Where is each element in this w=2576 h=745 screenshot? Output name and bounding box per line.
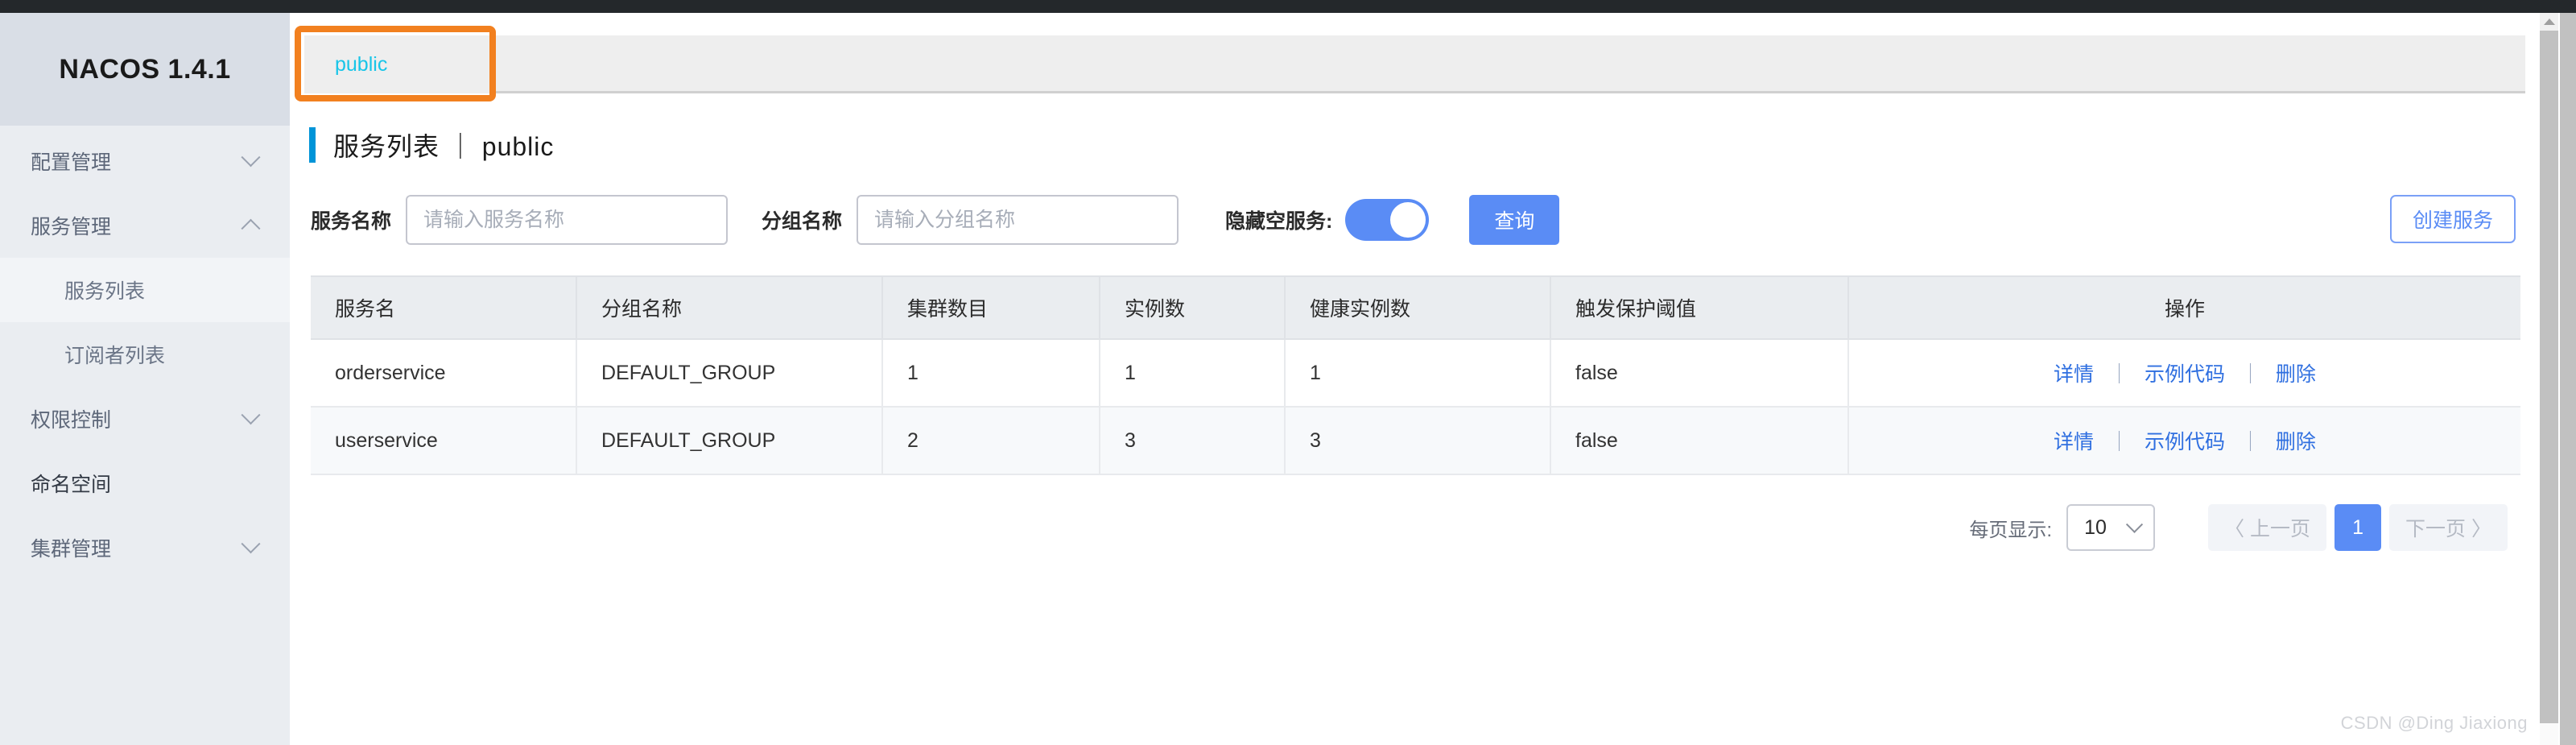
sidebar: NACOS 1.4.1 配置管理 服务管理 服务列表 订阅者列表 权限控制 命名… bbox=[0, 13, 290, 745]
detail-link[interactable]: 详情 bbox=[2054, 363, 2094, 386]
cell-service-name: userservice bbox=[311, 407, 577, 475]
page-1-button[interactable]: 1 bbox=[2334, 504, 2382, 551]
chevron-down-icon bbox=[241, 147, 261, 168]
sidebar-item-namespace[interactable]: 命名空间 bbox=[0, 451, 290, 515]
column-header-service-name: 服务名 bbox=[311, 275, 577, 340]
create-service-button[interactable]: 创建服务 bbox=[2389, 195, 2516, 243]
hide-empty-service-control: 隐藏空服务: bbox=[1225, 199, 1430, 241]
table-row[interactable]: orderservice DEFAULT_GROUP 1 1 1 false 详… bbox=[311, 339, 2520, 408]
detail-link[interactable]: 详情 bbox=[2054, 431, 2094, 453]
column-header-cluster-count: 集群数目 bbox=[882, 275, 1100, 340]
group-name-label: 分组名称 bbox=[762, 210, 843, 233]
sidebar-item-label: 服务管理 bbox=[31, 216, 112, 238]
title-accent-bar bbox=[309, 127, 316, 163]
column-header-group-name: 分组名称 bbox=[576, 275, 883, 340]
watermark: CSDN @Ding Jiaxiong bbox=[2340, 713, 2528, 733]
column-header-instance-count: 实例数 bbox=[1100, 275, 1286, 340]
pagination: 每页显示: 10 〈 上一页 1 下一页 〉 bbox=[290, 503, 2516, 553]
service-name-input[interactable] bbox=[406, 195, 729, 245]
brand-title: NACOS 1.4.1 bbox=[59, 53, 231, 85]
delete-link[interactable]: 删除 bbox=[2276, 431, 2316, 453]
vertical-scrollbar[interactable] bbox=[2540, 13, 2558, 745]
sample-code-link[interactable]: 示例代码 bbox=[2145, 363, 2225, 386]
cell-group-name: DEFAULT_GROUP bbox=[576, 407, 883, 475]
sidebar-item-label: 集群管理 bbox=[31, 538, 112, 561]
service-table-wrap: 服务名 分组名称 集群数目 实例数 健康实例数 触发保护阈值 操作 orders… bbox=[311, 275, 2520, 475]
table-row[interactable]: userservice DEFAULT_GROUP 2 3 3 false 详情… bbox=[311, 407, 2520, 475]
toggle-knob bbox=[1390, 202, 1426, 238]
brand-header: NACOS 1.4.1 bbox=[0, 13, 290, 126]
sidebar-nav: 配置管理 服务管理 服务列表 订阅者列表 权限控制 命名空间 集群管理 bbox=[0, 126, 290, 580]
cell-cluster-count: 2 bbox=[882, 407, 1100, 475]
query-button[interactable]: 查询 bbox=[1469, 195, 1560, 245]
main-content: public 服务列表 ｜ public 服务名称 分组名称 隐藏空服务: 查询… bbox=[290, 13, 2540, 745]
filter-toolbar: 服务名称 分组名称 隐藏空服务: 查询 创建服务 bbox=[311, 195, 2540, 245]
browser-top-bar bbox=[0, 0, 2576, 13]
pagination-buttons: 〈 上一页 1 下一页 〉 bbox=[2208, 504, 2516, 551]
hide-empty-service-toggle[interactable] bbox=[1345, 199, 1430, 241]
chevron-down-icon bbox=[241, 405, 261, 425]
page-title-row: 服务列表 ｜ public bbox=[309, 122, 2540, 168]
column-header-protect-threshold: 触发保护阈值 bbox=[1550, 275, 1849, 340]
cell-operations: 详情 ｜ 示例代码 ｜ 删除 bbox=[1848, 407, 2520, 475]
page-size-select[interactable]: 10 bbox=[2066, 504, 2156, 551]
page-size-value: 10 bbox=[2084, 515, 2107, 539]
action-separator: ｜ bbox=[2109, 363, 2130, 386]
sidebar-item-label: 服务列表 bbox=[64, 280, 146, 303]
tab-label: public bbox=[335, 52, 388, 76]
next-page-button[interactable]: 下一页 〉 bbox=[2389, 504, 2508, 551]
sidebar-item-label: 权限控制 bbox=[31, 409, 112, 432]
sidebar-item-cluster-management[interactable]: 集群管理 bbox=[0, 515, 290, 580]
sidebar-item-label: 订阅者列表 bbox=[64, 345, 166, 367]
table-head: 服务名 分组名称 集群数目 实例数 健康实例数 触发保护阈值 操作 bbox=[311, 275, 2520, 340]
sidebar-item-service-management[interactable]: 服务管理 bbox=[0, 193, 290, 258]
cell-healthy-instance-count: 1 bbox=[1285, 339, 1551, 408]
sidebar-item-label: 配置管理 bbox=[31, 151, 112, 174]
cell-instance-count: 3 bbox=[1100, 407, 1286, 475]
service-table: 服务名 分组名称 集群数目 实例数 健康实例数 触发保护阈值 操作 orders… bbox=[311, 275, 2520, 475]
namespace-tab-strip: public bbox=[295, 26, 2525, 101]
nacos-console: NACOS 1.4.1 配置管理 服务管理 服务列表 订阅者列表 权限控制 命名… bbox=[0, 0, 2576, 745]
action-separator: ｜ bbox=[2240, 431, 2260, 453]
scroll-up-arrow-icon[interactable] bbox=[2540, 13, 2558, 31]
triangle-up-icon bbox=[2543, 19, 2555, 25]
prev-page-button[interactable]: 〈 上一页 bbox=[2208, 504, 2327, 551]
cell-instance-count: 1 bbox=[1100, 339, 1286, 408]
scrollbar-outer-track[interactable] bbox=[2560, 13, 2576, 745]
column-header-operations: 操作 bbox=[1848, 275, 2520, 340]
sidebar-item-subscriber-list[interactable]: 订阅者列表 bbox=[0, 322, 290, 387]
cell-protect-threshold: false bbox=[1550, 339, 1849, 408]
page-title: 服务列表 ｜ public bbox=[333, 132, 555, 161]
page-size-label: 每页显示: bbox=[1969, 519, 2053, 541]
cell-service-name: orderservice bbox=[311, 339, 577, 408]
cell-operations: 详情 ｜ 示例代码 ｜ 删除 bbox=[1848, 339, 2520, 408]
sidebar-item-label: 命名空间 bbox=[31, 474, 112, 496]
delete-link[interactable]: 删除 bbox=[2276, 363, 2316, 386]
chevron-down-icon bbox=[2125, 515, 2144, 533]
column-header-healthy-instance-count: 健康实例数 bbox=[1285, 275, 1551, 340]
cell-protect-threshold: false bbox=[1550, 407, 1849, 475]
action-separator: ｜ bbox=[2109, 431, 2130, 453]
chevron-up-icon bbox=[241, 218, 261, 238]
tab-public[interactable]: public bbox=[304, 35, 489, 93]
table-header-row: 服务名 分组名称 集群数目 实例数 健康实例数 触发保护阈值 操作 bbox=[311, 275, 2520, 340]
table-body: orderservice DEFAULT_GROUP 1 1 1 false 详… bbox=[311, 339, 2520, 475]
cell-healthy-instance-count: 3 bbox=[1285, 407, 1551, 475]
group-name-input[interactable] bbox=[857, 195, 1179, 245]
action-separator: ｜ bbox=[2240, 363, 2260, 386]
scrollbar-thumb[interactable] bbox=[2540, 31, 2558, 723]
sidebar-item-config-management[interactable]: 配置管理 bbox=[0, 129, 290, 193]
cell-cluster-count: 1 bbox=[882, 339, 1100, 408]
sample-code-link[interactable]: 示例代码 bbox=[2145, 431, 2225, 453]
sidebar-item-service-list[interactable]: 服务列表 bbox=[0, 258, 290, 322]
service-name-label: 服务名称 bbox=[311, 210, 392, 233]
chevron-down-icon bbox=[241, 534, 261, 554]
sidebar-item-permission-control[interactable]: 权限控制 bbox=[0, 387, 290, 451]
cell-group-name: DEFAULT_GROUP bbox=[576, 339, 883, 408]
hide-empty-service-label: 隐藏空服务: bbox=[1225, 210, 1333, 233]
